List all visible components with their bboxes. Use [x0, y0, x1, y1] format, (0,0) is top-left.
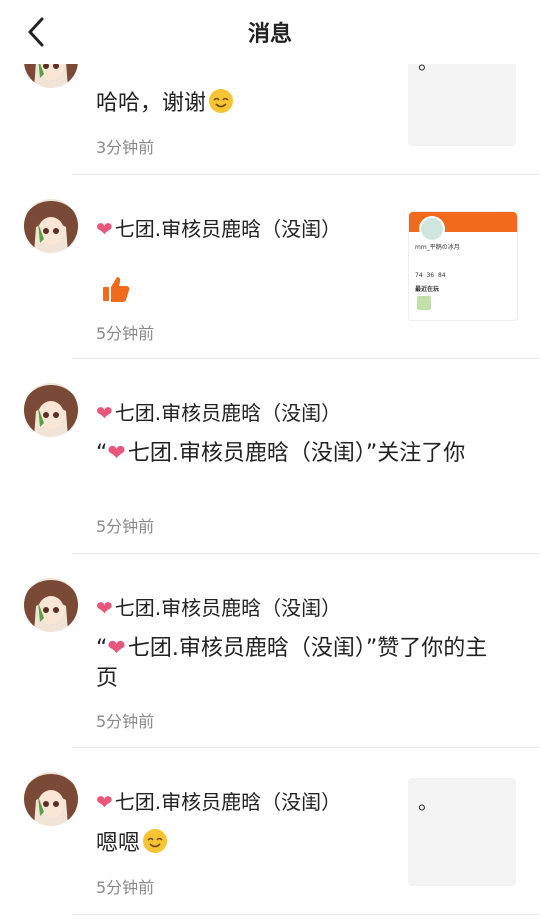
game-icon — [417, 296, 431, 310]
avatar[interactable] — [24, 199, 78, 253]
timestamp: 3分钟前 — [96, 138, 155, 157]
smile-emoji-icon — [209, 89, 234, 113]
timestamp: 5分钟前 — [96, 324, 155, 343]
thumbnail-stats: 74 36 84 — [415, 272, 446, 279]
message-item[interactable]: ❤ 七团.审核员鹿晗（没闺） 5分钟前 mm_平鹅の冰月 74 36 84 最近在… — [0, 175, 540, 359]
divider — [72, 914, 540, 915]
avatar[interactable] — [24, 578, 78, 632]
avatar-image — [24, 383, 78, 437]
avatar-image — [24, 578, 78, 632]
timestamp: 5分钟前 — [96, 712, 155, 731]
smile-emoji-icon — [143, 829, 168, 853]
thumbnail-avatar — [419, 216, 445, 242]
sender-name[interactable]: ❤ 七团.审核员鹿晗（没闺） — [96, 397, 341, 426]
profile-thumbnail[interactable]: mm_平鹅の冰月 74 36 84 最近在玩 — [408, 211, 518, 321]
post-thumbnail[interactable]: 。 — [408, 778, 516, 886]
avatar-image — [24, 772, 78, 826]
avatar[interactable] — [24, 772, 78, 826]
avatar[interactable] — [24, 383, 78, 437]
message-text: “❤七团.审核员鹿晗（没闺）”赞了你的主页 — [96, 636, 488, 691]
timestamp: 5分钟前 — [96, 517, 155, 536]
thumbnail-section-label: 最近在玩 — [415, 286, 440, 293]
thumbnail-text: 。 — [418, 790, 438, 814]
message-item[interactable]: ❤ 七团.审核员鹿晗（没闺） “❤七团.审核员鹿晗（没闺）”赞了你的主页 5分钟前 — [0, 554, 540, 748]
sender-name[interactable]: ❤ 七团.审核员鹿晗（没闺） — [96, 213, 341, 242]
heart-icon: ❤ — [96, 596, 113, 620]
sender-name[interactable]: ❤ 七团.审核员鹿晗（没闺） — [96, 786, 341, 815]
timestamp: 5分钟前 — [96, 878, 155, 897]
heart-icon: ❤ — [107, 636, 126, 661]
sender-name[interactable]: ❤ 七团.审核员鹿晗（没闺） — [96, 592, 341, 621]
heart-icon: ❤ — [107, 441, 126, 466]
heart-icon: ❤ — [96, 401, 113, 425]
message-text: “❤七团.审核员鹿晗（没闺）”关注了你 — [96, 441, 466, 466]
thumbnail-username: mm_平鹅の冰月 — [415, 244, 460, 251]
heart-icon: ❤ — [96, 217, 113, 241]
message-item[interactable]: ❤ 七团.审核员鹿晗（没闺） 嗯嗯 5分钟前 。 — [0, 748, 540, 920]
avatar-image — [24, 199, 78, 253]
thumbs-up-icon — [103, 277, 130, 302]
page-title: 消息 — [247, 22, 292, 47]
top-bar: 消息 — [0, 0, 540, 64]
message-item[interactable]: ❤ 七团.审核员鹿晗（没闺） “❤七团.审核员鹿晗（没闺）”关注了你 5分钟前 — [0, 359, 540, 554]
heart-icon: ❤ — [96, 790, 113, 814]
